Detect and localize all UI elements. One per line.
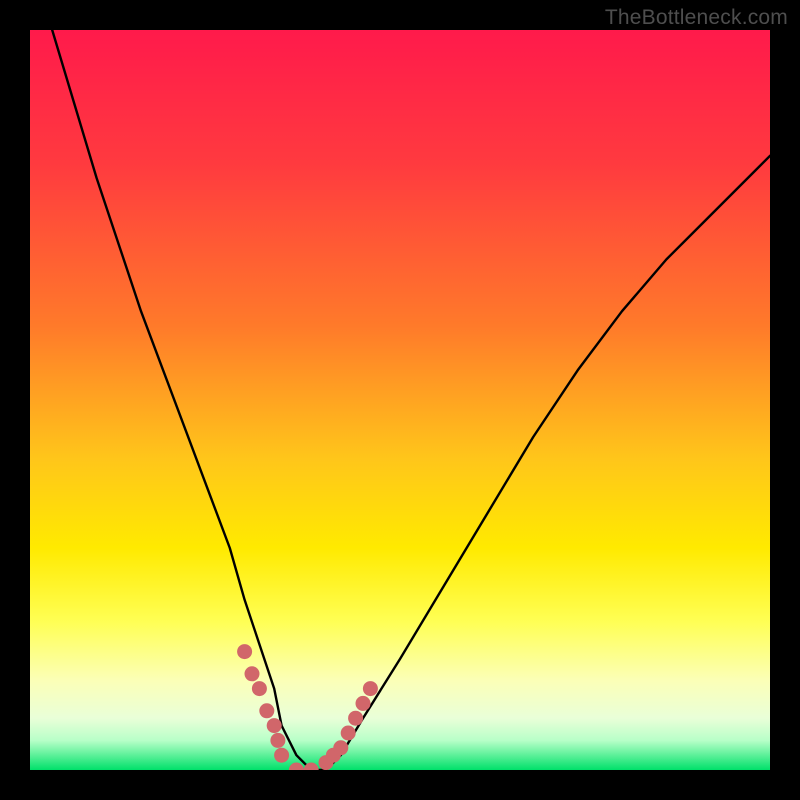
highlight-dot: [267, 718, 282, 733]
highlight-dot: [274, 748, 289, 763]
chart-frame: TheBottleneck.com: [0, 0, 800, 800]
highlight-dot: [348, 711, 363, 726]
highlight-dot: [270, 733, 285, 748]
highlight-dot: [341, 726, 356, 741]
highlight-dot: [245, 666, 260, 681]
plot-area: [30, 30, 770, 770]
highlight-dot: [252, 681, 267, 696]
highlight-dot: [333, 740, 348, 755]
watermark-text: TheBottleneck.com: [605, 6, 788, 30]
highlight-dot: [363, 681, 378, 696]
highlight-dot: [259, 703, 274, 718]
chart-svg: [30, 30, 770, 770]
highlight-dot: [237, 644, 252, 659]
highlight-dot: [356, 696, 371, 711]
